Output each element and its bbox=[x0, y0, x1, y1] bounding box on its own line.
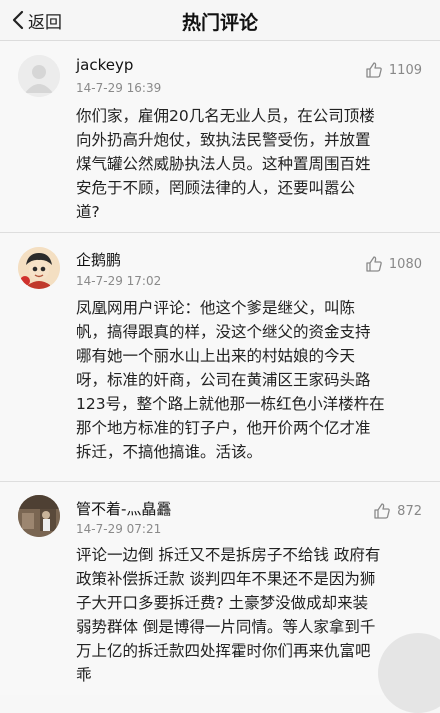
thumbs-up-icon bbox=[366, 256, 382, 272]
avatar[interactable] bbox=[18, 495, 60, 537]
comment-time: 14-7-29 17:02 bbox=[76, 274, 162, 288]
like-button[interactable]: 1080 bbox=[365, 255, 422, 273]
like-button[interactable]: 872 bbox=[373, 502, 422, 520]
avatar[interactable] bbox=[18, 247, 60, 289]
avatar[interactable] bbox=[18, 55, 60, 97]
comment-text: 评论一边倒 拆迁又不是拆房子不给钱 政府有 政策补偿拆迁款 谈判四年不果还不是因… bbox=[76, 546, 381, 684]
like-button[interactable]: 1109 bbox=[365, 61, 422, 79]
comment-text: 你们家，雇佣20几名无业人员，在公司顶楼 向外扔高升炮仗，致执法民警受伤，并放置… bbox=[76, 107, 375, 221]
comment-username[interactable]: jackeyp bbox=[76, 56, 133, 74]
comment-time: 14-7-29 07:21 bbox=[76, 522, 162, 536]
like-count: 1109 bbox=[388, 62, 422, 78]
thumbs-up-icon bbox=[374, 503, 390, 519]
thumbs-up-icon bbox=[366, 62, 382, 78]
nav-header: 返回 热门评论 bbox=[0, 0, 440, 41]
comment-username[interactable]: 管不着-灬皛靐 bbox=[76, 498, 171, 519]
like-count: 872 bbox=[397, 503, 422, 519]
page-title: 热门评论 bbox=[181, 12, 258, 34]
comment-item: jackeyp 14-7-29 16:39 1109 你们家，雇佣20几名无业人… bbox=[0, 41, 440, 233]
like-count: 1080 bbox=[388, 256, 422, 272]
comment-time: 14-7-29 16:39 bbox=[76, 81, 162, 95]
comment-text: 凤凰网用户评论：他这个爹是继父，叫陈 帆，搞得跟真的样，没这个继父的资金支持 哪… bbox=[76, 299, 385, 461]
comment-item: 企鹅鹏 14-7-29 17:02 1080 凤凰网用户评论：他这个爹是继父，叫… bbox=[0, 233, 440, 482]
comment-item: 管不着-灬皛靐 14-7-29 07:21 872 评论一边倒 拆迁又不是拆房子… bbox=[0, 482, 440, 713]
comment-username[interactable]: 企鹅鹏 bbox=[76, 249, 121, 270]
